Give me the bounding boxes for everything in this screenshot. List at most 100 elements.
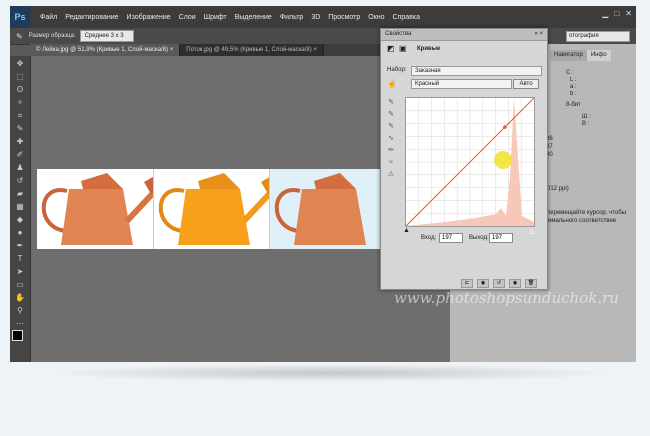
- curve-edit-icon[interactable]: ∿: [387, 135, 395, 143]
- eyedropper-white-icon[interactable]: ✎: [387, 123, 395, 131]
- target-adjust-icon[interactable]: ☝: [387, 79, 397, 88]
- sample-size-label: Размер образца:: [28, 33, 76, 39]
- delete-icon[interactable]: 🗑: [525, 279, 537, 288]
- visibility-icon[interactable]: ◉: [509, 279, 521, 288]
- eyedropper-tool-icon[interactable]: ✎: [13, 123, 27, 134]
- menu-layers[interactable]: Слои: [175, 14, 200, 21]
- menu-select[interactable]: Выделение: [231, 14, 276, 21]
- curve-svg: [405, 97, 535, 227]
- properties-title: Свойства: [385, 31, 412, 37]
- menu-bar: Ps Файл Редактирование Изображение Слои …: [10, 6, 636, 28]
- output-label: Выход:: [469, 235, 489, 241]
- marquee-tool-icon[interactable]: ⬚: [13, 71, 27, 82]
- lasso-tool-icon[interactable]: ʘ: [13, 84, 27, 95]
- type-tool-icon[interactable]: T: [13, 253, 27, 264]
- close-button[interactable]: ✕: [625, 9, 632, 18]
- menu-view[interactable]: Просмотр: [324, 14, 364, 21]
- tools-panel: ✥ ⬚ ʘ ✧ ⌗ ✎ ✚ ✐ ♟ ↺ ▰ ▦ ◆ ● ✒ T ➤ ▭ ✋ ⚲ …: [10, 56, 31, 362]
- menu-help[interactable]: Справка: [389, 14, 424, 21]
- input-label: Вход:: [421, 235, 437, 241]
- document-image: [37, 169, 388, 249]
- workspace-select[interactable]: отография: [566, 31, 630, 42]
- crop-tool-icon[interactable]: ⌗: [13, 110, 27, 121]
- black-point-slider-icon[interactable]: ▲: [403, 227, 410, 234]
- curves-adjustment-icon: ◩: [387, 44, 395, 53]
- foreground-color-swatch[interactable]: [12, 330, 23, 341]
- info-hint-1: и перемещайте курсор, чтобы: [542, 210, 626, 216]
- minimize-button[interactable]: ▁: [602, 9, 608, 18]
- menu-image[interactable]: Изображение: [123, 14, 175, 21]
- info-l: L :: [570, 77, 577, 83]
- info-hint-2: птимального соответствие: [542, 218, 617, 224]
- menu-edit[interactable]: Редактирование: [61, 14, 122, 21]
- white-point-slider-icon[interactable]: △: [529, 227, 534, 235]
- gradient-tool-icon[interactable]: ▦: [13, 201, 27, 212]
- maximize-button[interactable]: □: [614, 9, 619, 18]
- window-controls: ▁ □ ✕: [602, 9, 632, 18]
- eyedropper-black-icon[interactable]: ✎: [387, 99, 395, 107]
- hand-tool-icon[interactable]: ✋: [13, 292, 27, 303]
- menu-file[interactable]: Файл: [36, 14, 61, 21]
- smooth-icon[interactable]: ≈: [387, 159, 395, 167]
- info-a: a :: [570, 84, 577, 90]
- eraser-tool-icon[interactable]: ▰: [13, 188, 27, 199]
- history-brush-tool-icon[interactable]: ↺: [13, 175, 27, 186]
- blur-tool-icon[interactable]: ◆: [13, 214, 27, 225]
- brush-tool-icon[interactable]: ✐: [13, 149, 27, 160]
- watering-can-3: [270, 169, 388, 249]
- navigator-info-tabs: Навигатор Инфо: [550, 50, 611, 61]
- preset-label: Набор:: [387, 67, 407, 73]
- tab-leika[interactable]: © Лейка.jpg @ 51,9% (Кривые 1, Слой-маск…: [30, 44, 181, 56]
- info-b: b :: [570, 91, 577, 97]
- curves-header: Кривые: [417, 46, 441, 52]
- quick-select-tool-icon[interactable]: ✧: [13, 97, 27, 108]
- path-select-tool-icon[interactable]: ➤: [13, 266, 27, 277]
- curve-graph[interactable]: [405, 97, 535, 227]
- watering-can-1: [37, 169, 154, 249]
- pencil-icon[interactable]: ✏: [387, 147, 395, 155]
- shape-tool-icon[interactable]: ▭: [13, 279, 27, 290]
- curve-control-point[interactable]: [503, 125, 507, 129]
- menu-filter[interactable]: Фильтр: [276, 14, 308, 21]
- mask-icon[interactable]: ▣: [399, 44, 407, 53]
- move-tool-icon[interactable]: ✥: [13, 58, 27, 69]
- properties-panel: Свойства « × ◩ ▣ Кривые Набор: Заказная …: [380, 28, 548, 290]
- reset-icon[interactable]: ↺: [493, 279, 505, 288]
- output-value-field[interactable]: 197: [489, 233, 513, 243]
- view-previous-icon[interactable]: ◉: [477, 279, 489, 288]
- eyedropper-icon[interactable]: ✎: [16, 32, 23, 41]
- warning-icon[interactable]: ⚠: [387, 171, 395, 179]
- more-tools-icon[interactable]: ⋯: [13, 318, 27, 329]
- info-c: C :: [566, 70, 574, 76]
- photoshop-logo: Ps: [10, 6, 30, 28]
- stamp-tool-icon[interactable]: ♟: [13, 162, 27, 173]
- info-bits: 8-бит: [566, 102, 581, 108]
- info-width: Ш :: [582, 114, 591, 120]
- eyedropper-gray-icon[interactable]: ✎: [387, 111, 395, 119]
- tab-info[interactable]: Инфо: [586, 50, 611, 61]
- preset-select[interactable]: Заказная: [411, 66, 542, 76]
- tab-potok[interactable]: Поток.jpg @ 49,5% (Кривые 1, Слой-маска/…: [180, 44, 324, 56]
- properties-bottom-icons: ⊏ ◉ ↺ ◉ 🗑: [461, 279, 537, 288]
- healing-tool-icon[interactable]: ✚: [13, 136, 27, 147]
- clip-to-layer-icon[interactable]: ⊏: [461, 279, 473, 288]
- dodge-tool-icon[interactable]: ●: [13, 227, 27, 238]
- input-value-field[interactable]: 197: [439, 233, 463, 243]
- watering-can-2: [154, 169, 271, 249]
- cursor-highlight: [494, 151, 512, 169]
- screen-shadow: [40, 364, 620, 382]
- properties-title-bar[interactable]: Свойства « ×: [381, 29, 547, 41]
- zoom-tool-icon[interactable]: ⚲: [13, 305, 27, 316]
- menu-window[interactable]: Окно: [364, 14, 388, 21]
- menu-3d[interactable]: 3D: [307, 14, 324, 21]
- menu-type[interactable]: Шрифт: [200, 14, 231, 21]
- sample-size-select[interactable]: Среднее 3 х 3: [79, 30, 134, 42]
- tab-navigator[interactable]: Навигатор: [550, 50, 587, 61]
- watermark: www.photoshopsunduchok.ru: [394, 289, 619, 307]
- photoshop-window: Ps Файл Редактирование Изображение Слои …: [10, 6, 636, 362]
- auto-button[interactable]: Авто: [513, 79, 539, 89]
- panel-close-icon[interactable]: « ×: [534, 29, 543, 40]
- channel-select[interactable]: Красный: [411, 79, 512, 89]
- pen-tool-icon[interactable]: ✒: [13, 240, 27, 251]
- info-height: В :: [582, 121, 590, 127]
